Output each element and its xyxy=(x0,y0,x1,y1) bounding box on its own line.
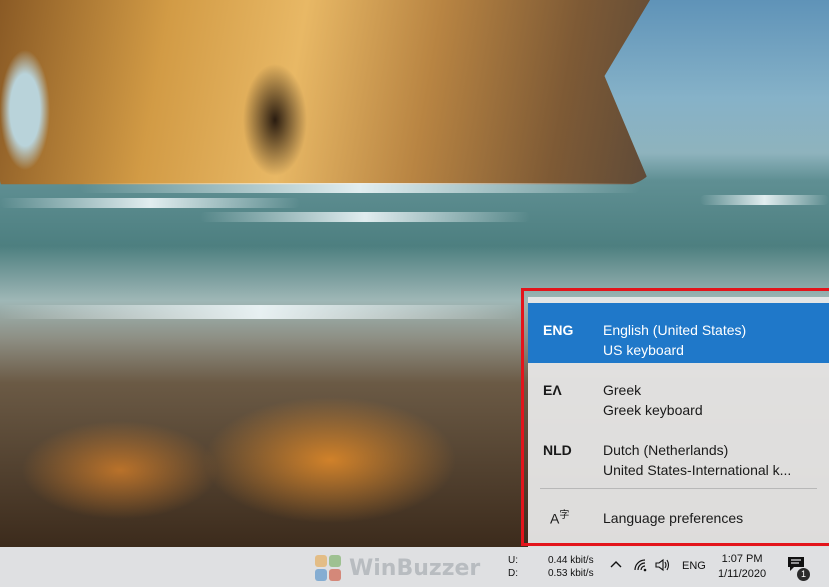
taskbar-clock[interactable]: 1:07 PM 1/11/2020 xyxy=(718,552,766,582)
upload-speed: 0.44 kbit/s xyxy=(548,555,594,566)
language-code: NLD xyxy=(543,442,572,458)
volume-icon[interactable] xyxy=(655,558,671,575)
language-item-english[interactable]: ENG English (United States) US keyboard xyxy=(528,303,829,363)
language-preferences-icon: A字 xyxy=(550,506,569,527)
language-preferences-link[interactable]: A字 Language preferences xyxy=(528,497,829,537)
winbuzzer-logo-icon xyxy=(313,553,343,583)
clock-time: 1:07 PM xyxy=(721,553,763,565)
clock-date: 1/11/2020 xyxy=(718,568,767,580)
wallpaper-wave xyxy=(0,198,300,208)
language-item-greek[interactable]: ΕΛ Greek Greek keyboard xyxy=(528,363,829,423)
language-name: English (United States) xyxy=(603,322,747,338)
keyboard-layout: United States-International k... xyxy=(603,462,792,478)
wallpaper-wave xyxy=(0,305,520,319)
keyboard-layout: Greek keyboard xyxy=(603,402,703,418)
download-speed: 0.53 kbit/s xyxy=(548,568,594,579)
language-name: Greek xyxy=(603,382,642,398)
wallpaper-wave xyxy=(700,195,829,205)
wallpaper-wave xyxy=(80,183,640,193)
notification-count-badge: 1 xyxy=(797,568,810,581)
language-flyout: ENG English (United States) US keyboard … xyxy=(528,297,829,547)
watermark-text: WinBuzzer xyxy=(349,555,481,581)
language-item-dutch[interactable]: NLD Dutch (Netherlands) United States-In… xyxy=(528,423,829,483)
taskbar: WinBuzzer U: D: 0.44 kbit/s 0.53 kbit/s … xyxy=(0,547,829,587)
netspeed-values[interactable]: 0.44 kbit/s 0.53 kbit/s xyxy=(548,554,594,580)
download-label: D: xyxy=(508,568,518,579)
flyout-divider xyxy=(540,488,817,489)
show-hidden-icons-chevron-icon[interactable] xyxy=(609,558,623,575)
keyboard-layout: US keyboard xyxy=(603,342,684,358)
language-preferences-label: Language preferences xyxy=(603,510,744,526)
language-name: Dutch (Netherlands) xyxy=(603,442,729,458)
preferences-icon-sup: 字 xyxy=(559,510,570,521)
winbuzzer-watermark: WinBuzzer xyxy=(313,553,480,583)
wallpaper-rock xyxy=(0,0,650,185)
language-code: ENG xyxy=(543,322,574,338)
preferences-icon-glyph: A xyxy=(550,510,560,527)
upload-label: U: xyxy=(508,555,518,566)
language-code: ΕΛ xyxy=(543,382,562,398)
input-language-indicator[interactable]: ENG xyxy=(682,560,706,572)
wifi-icon[interactable] xyxy=(633,558,649,575)
action-center-button[interactable]: 1 xyxy=(787,556,810,581)
wallpaper-wave xyxy=(200,212,530,222)
netspeed-labels: U: D: xyxy=(508,554,518,580)
